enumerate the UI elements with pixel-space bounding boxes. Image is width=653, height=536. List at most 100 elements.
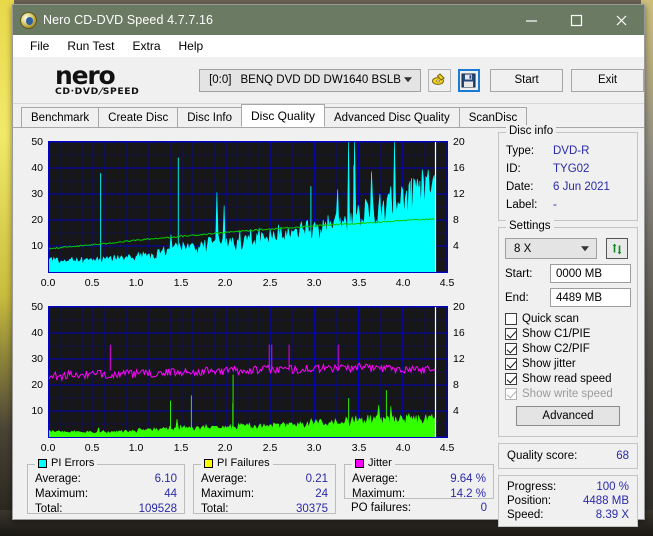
close-icon[interactable] — [599, 5, 644, 35]
chart2-plot-area — [48, 306, 448, 438]
pi-failures-maximum-row: Maximum: 24 — [194, 487, 335, 502]
chart2-ytick-50: 50 — [31, 301, 43, 313]
chart1-rtick-16: 16 — [453, 162, 465, 174]
disc-date-label: Date: — [506, 181, 534, 193]
chart1-rtick-20: 20 — [453, 136, 465, 148]
advanced-button[interactable]: Advanced — [516, 406, 620, 426]
start-input-value: 0000 MB — [556, 267, 603, 280]
chart2-xtick-7: 3.5 — [351, 442, 367, 454]
disc-type-row: Type: DVD-R — [499, 142, 637, 160]
chart2-rtick-20: 20 — [453, 301, 465, 313]
chart1-xtick-1: 0.5 — [84, 277, 100, 289]
menu-item-help[interactable]: Help — [170, 37, 213, 55]
pi-failures-average-label: Average: — [201, 473, 247, 485]
chart2-ytick-20: 20 — [31, 379, 43, 391]
tab-disc-quality[interactable]: Disc Quality — [241, 104, 326, 127]
progress-row: Progress: 100 % — [499, 480, 637, 494]
disc-type-label: Type: — [506, 145, 535, 157]
position-row: Position: 4488 MB — [499, 494, 637, 508]
quick-scan-label: Quick scan — [522, 313, 579, 325]
quality-score-panel: Quality score: 68 — [498, 443, 638, 469]
brand-tagline-a: CD·DVD — [55, 86, 99, 98]
disc-label-row: Label: - — [499, 196, 637, 214]
pi-errors-total-label: Total: — [35, 503, 63, 515]
chart1-ytick-40: 40 — [31, 162, 43, 174]
pi-failures-maximum-label: Maximum: — [201, 488, 255, 500]
menu-bar: File Run Test Extra Help — [13, 35, 644, 57]
start-field-row: Start: 0000 MB — [499, 264, 637, 283]
chart1-rtick-4: 4 — [453, 240, 459, 252]
menu-item-extra[interactable]: Extra — [123, 37, 169, 55]
tab-disc-info[interactable]: Disc Info — [177, 107, 242, 127]
show-jitter-checkbox[interactable]: Show jitter — [499, 358, 637, 370]
nero-logo: nero CD·DVD/SPEED — [55, 61, 193, 98]
chart1-xtick-4: 2.0 — [217, 277, 233, 289]
pi-failures-legend-label: PI Failures — [217, 457, 270, 469]
start-button[interactable]: Start — [490, 68, 564, 92]
exit-button[interactable]: Exit — [571, 68, 644, 92]
disc-info-legend: Disc info — [506, 125, 557, 137]
pi-failures-maximum-value: 24 — [315, 488, 328, 500]
pi-errors-stats: PI Errors Average: 6.10 Maximum: 44 Tota… — [27, 457, 185, 517]
speed-row: Speed: 8.39 X — [499, 508, 637, 522]
settings-panel: Settings 8 X Start: 0000 MB End: 4489 MB… — [498, 220, 638, 437]
pi-errors-total-row: Total: 109528 — [28, 502, 184, 517]
chart1-ytick-20: 20 — [31, 214, 43, 226]
minimize-icon[interactable] — [509, 5, 554, 35]
jitter-average-label: Average: — [352, 473, 398, 485]
speed-select[interactable]: 8 X — [505, 238, 597, 259]
maximize-icon[interactable] — [554, 5, 599, 35]
nero-cd-dvd-speed-window: Nero CD-DVD Speed 4.7.7.16 File Run Test… — [12, 4, 645, 527]
eject-disc-icon[interactable] — [427, 68, 451, 92]
brand-tagline: CD·DVD/SPEED — [55, 86, 193, 98]
progress-label: Progress: — [507, 481, 557, 493]
menu-item-run-test[interactable]: Run Test — [58, 37, 123, 55]
show-read-speed-checkbox[interactable]: Show read speed — [499, 373, 637, 385]
pi-errors-legend: PI Errors — [35, 457, 98, 469]
toolbar: nero CD·DVD/SPEED [0:0] BENQ DVD DD DW16… — [13, 57, 644, 104]
disc-label-value: - — [553, 199, 557, 211]
drive-slot: [0:0] — [209, 74, 232, 86]
tab-create-disc[interactable]: Create Disc — [98, 107, 179, 127]
chart2-xtick-3: 1.5 — [173, 442, 189, 454]
disc-id-row: ID: TYG02 — [499, 160, 637, 178]
po-failures-value: 0 — [480, 502, 487, 514]
show-c2-pif-checkbox[interactable]: Show C2/PIF — [499, 343, 637, 355]
tab-scandisc[interactable]: ScanDisc — [458, 107, 528, 127]
chart2-xtick-9: 4.5 — [439, 442, 455, 454]
jitter-color-swatch — [355, 458, 364, 468]
pi-failures-total-row: Total: 30375 — [194, 502, 335, 517]
pi-errors-color-swatch — [38, 458, 47, 468]
position-label: Position: — [507, 495, 552, 507]
checkbox-check-icon — [505, 328, 517, 340]
disc-quality-panel: 50 40 30 20 10 20 16 12 8 4 0.0 0.5 1.0 … — [13, 125, 644, 527]
refresh-arrows-icon[interactable] — [606, 238, 628, 259]
pi-errors-chart: 50 40 30 20 10 20 16 12 8 4 0.0 0.5 1.0 … — [21, 132, 499, 292]
window-controls — [509, 5, 644, 35]
checkbox-check-icon — [505, 343, 517, 355]
chart2-ytick-10: 10 — [31, 405, 43, 417]
drive-select[interactable]: [0:0] BENQ DVD DD DW1640 BSLB — [199, 68, 421, 92]
jitter-maximum-row: Maximum: 14.2 % — [345, 487, 493, 502]
pi-errors-average-label: Average: — [35, 473, 81, 485]
checkbox-check-icon — [505, 373, 517, 385]
po-failures-row: PO failures: 0 — [344, 501, 494, 516]
chart2-rtick-12: 12 — [453, 353, 465, 365]
chart1-xtick-0: 0.0 — [40, 277, 56, 289]
tab-benchmark[interactable]: Benchmark — [21, 107, 100, 127]
show-c1-pie-checkbox[interactable]: Show C1/PIE — [499, 328, 637, 340]
chart2-xtick-4: 2.0 — [217, 442, 233, 454]
window-title: Nero CD-DVD Speed 4.7.7.16 — [43, 13, 214, 27]
disc-id-label: ID: — [506, 163, 521, 175]
pi-errors-average-row: Average: 6.10 — [28, 472, 184, 487]
end-input[interactable]: 4489 MB — [550, 288, 631, 307]
tab-advanced-disc-quality[interactable]: Advanced Disc Quality — [324, 107, 460, 127]
quick-scan-checkbox[interactable]: Quick scan — [499, 313, 637, 325]
chart1-ytick-50: 50 — [31, 136, 43, 148]
pi-failures-average-row: Average: 0.21 — [194, 472, 335, 487]
save-floppy-icon[interactable] — [457, 68, 481, 92]
start-input[interactable]: 0000 MB — [550, 264, 631, 283]
menu-item-file[interactable]: File — [21, 37, 58, 55]
chart1-xtick-3: 1.5 — [173, 277, 189, 289]
brand-name: nero — [55, 61, 116, 91]
